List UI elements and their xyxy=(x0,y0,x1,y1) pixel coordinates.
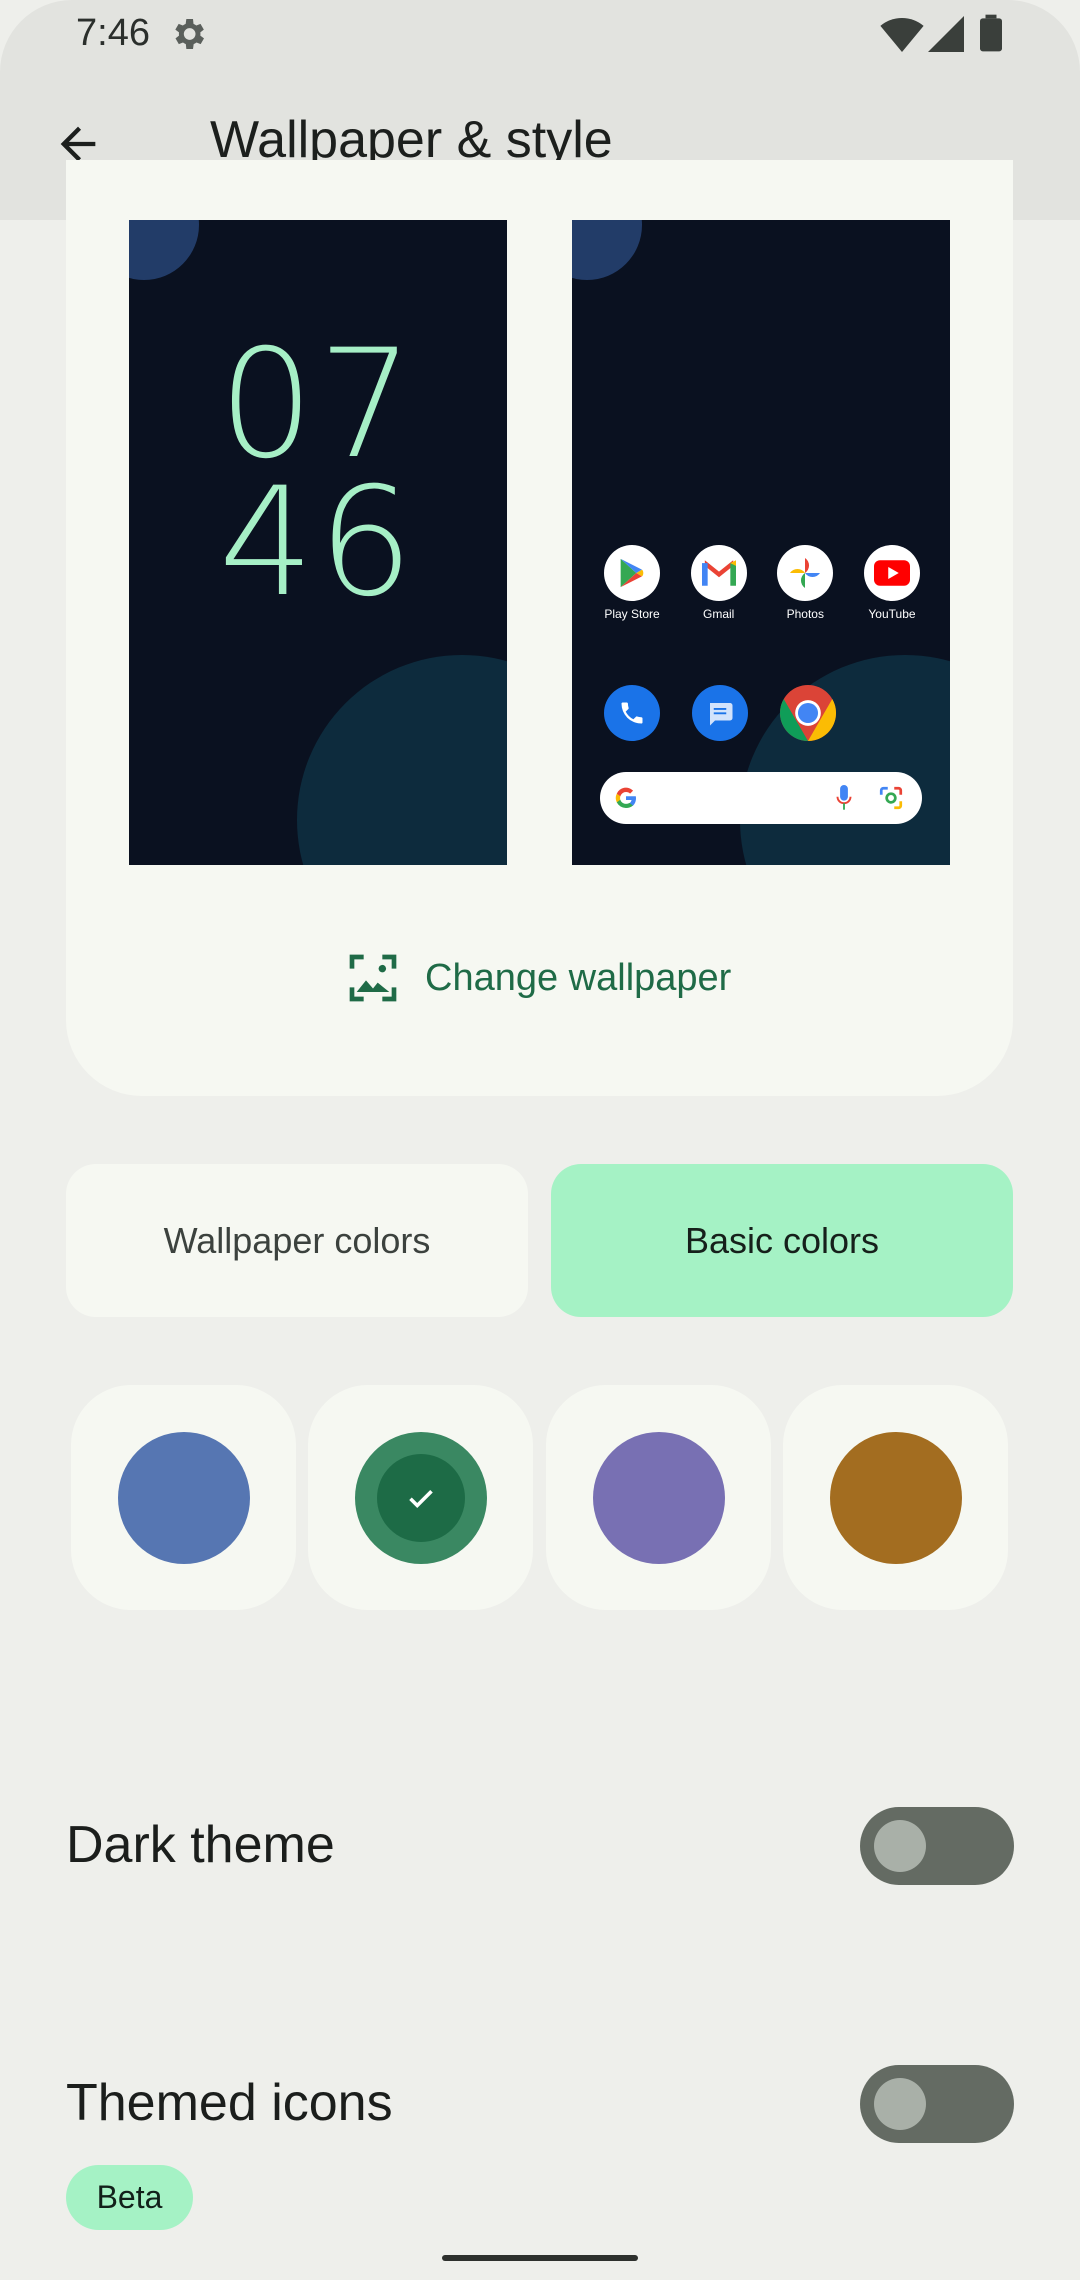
lens-icon xyxy=(879,786,903,810)
color-option-blue[interactable] xyxy=(71,1385,296,1610)
app-row: Play Store Gmail Photos YouTube xyxy=(592,545,932,621)
photos-icon xyxy=(777,545,834,601)
color-option-purple[interactable] xyxy=(546,1385,771,1610)
lock-screen-preview[interactable]: 07 46 xyxy=(129,220,507,865)
color-swatch xyxy=(593,1432,725,1564)
wallpaper-accent xyxy=(129,220,199,280)
app-label: Photos xyxy=(786,607,824,621)
wifi-icon xyxy=(880,17,924,52)
messages-icon xyxy=(692,685,748,741)
check-icon xyxy=(409,1489,433,1509)
app-label: Play Store xyxy=(604,607,660,621)
app-chrome xyxy=(768,685,848,741)
chrome-icon xyxy=(780,685,836,741)
tab-basic-colors[interactable]: Basic colors xyxy=(551,1164,1013,1317)
app-youtube: YouTube xyxy=(852,545,932,621)
google-icon xyxy=(615,787,636,809)
change-wallpaper-label: Change wallpaper xyxy=(425,956,732,999)
google-search-bar xyxy=(600,772,922,824)
youtube-icon xyxy=(863,545,920,601)
selected-indicator xyxy=(377,1454,465,1542)
app-gmail: Gmail xyxy=(679,545,759,621)
signal-icon xyxy=(928,16,964,52)
home-screen-preview[interactable]: Play Store Gmail Photos YouTube xyxy=(572,220,950,865)
tab-wallpaper-colors[interactable]: Wallpaper colors xyxy=(66,1164,528,1317)
battery-icon xyxy=(980,14,1002,52)
color-option-green[interactable] xyxy=(308,1385,533,1610)
themed-icons-label: Themed icons xyxy=(66,2074,393,2132)
app-phone xyxy=(592,685,672,741)
app-label: YouTube xyxy=(868,607,916,621)
toggle-knob xyxy=(874,2078,926,2130)
phone-icon xyxy=(604,685,660,741)
color-option-amber[interactable] xyxy=(783,1385,1008,1610)
mic-icon xyxy=(836,785,852,810)
settings-gear-icon xyxy=(175,19,204,49)
color-swatch xyxy=(118,1432,250,1564)
wallpaper-icon xyxy=(349,954,397,1002)
status-bar: 7:46 xyxy=(0,0,1080,70)
app-play-store: Play Store xyxy=(592,545,672,621)
lock-clock-minute: 46 xyxy=(218,456,418,630)
gmail-icon xyxy=(690,545,747,601)
beta-badge: Beta xyxy=(66,2165,193,2230)
wallpaper-accent xyxy=(572,220,642,280)
wallpaper-shape xyxy=(297,655,507,865)
screen: 7:46 Wallpaper & style 07 46 Play Store … xyxy=(0,0,1080,2280)
color-swatch-selected xyxy=(355,1432,487,1564)
app-photos: Photos xyxy=(765,545,845,621)
gesture-handle[interactable] xyxy=(442,2255,638,2261)
dark-theme-label: Dark theme xyxy=(66,1816,335,1874)
change-wallpaper-button[interactable]: Change wallpaper xyxy=(345,950,731,1006)
dark-theme-toggle[interactable] xyxy=(860,1807,1014,1885)
status-time: 7:46 xyxy=(76,12,150,54)
app-messages xyxy=(680,685,760,741)
app-label: Gmail xyxy=(702,607,735,621)
toggle-knob xyxy=(874,1820,926,1872)
themed-icons-toggle[interactable] xyxy=(860,2065,1014,2143)
dock-row xyxy=(592,685,932,741)
play-store-icon xyxy=(604,545,660,601)
color-swatch xyxy=(830,1432,962,1564)
